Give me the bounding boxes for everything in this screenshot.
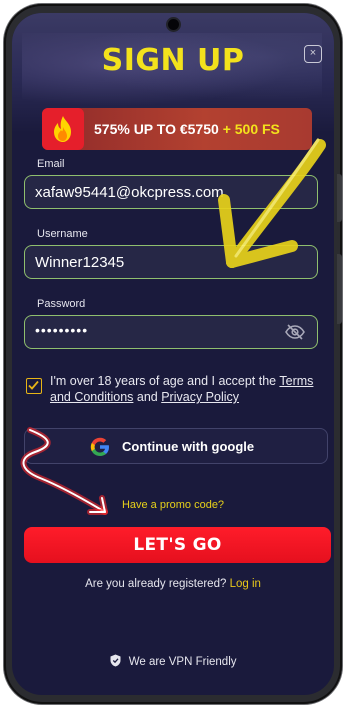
power-button [337,254,342,324]
check-icon [28,380,39,390]
phone-frame: × SIGN UP 575% UP TO €5750 + 500 FS Emai… [4,4,342,704]
username-field[interactable]: Winner12345 [24,245,318,279]
password-label: Password [37,298,86,310]
signup-screen: × SIGN UP 575% UP TO €5750 + 500 FS Emai… [12,13,334,695]
email-value[interactable]: xafaw95441@okcpress.com [35,184,224,201]
login-link[interactable]: Log in [230,578,261,590]
vpn-text: We are VPN Friendly [128,656,237,668]
vpn-notice: We are VPN Friendly [12,654,334,668]
email-field[interactable]: xafaw95441@okcpress.com [24,175,318,209]
password-value[interactable]: ••••••••• [35,322,88,338]
email-label: Email [37,158,65,170]
shield-icon [110,654,120,667]
submit-button[interactable]: LET'S GO [24,527,331,563]
login-prompt: Are you already registered? Log in [12,578,334,590]
password-field[interactable]: ••••••••• [24,315,318,349]
privacy-link[interactable]: Privacy Policy [161,390,239,404]
promo-main: 575% UP TO €5750 [94,121,219,137]
front-camera [168,19,179,30]
page-title: SIGN UP [101,43,245,78]
google-button-label[interactable]: Continue with google [122,439,254,454]
google-icon [89,436,111,463]
fire-icon [42,108,84,150]
promo-text: 575% UP TO €5750 + 500 FS [94,121,280,137]
username-value[interactable]: Winner12345 [35,254,124,271]
volume-button [337,174,342,222]
terms-checkbox[interactable] [26,378,42,394]
terms-and: and [133,390,162,404]
registered-text: Are you already registered? [85,578,230,590]
promo-banner[interactable]: 575% UP TO €5750 + 500 FS [42,108,312,150]
username-label: Username [37,228,88,240]
promo-code-link[interactable]: Have a promo code? [12,499,334,511]
terms-prefix: I'm over 18 years of age and I accept th… [50,374,280,388]
terms-text: I'm over 18 years of age and I accept th… [50,373,330,405]
promo-extra: + 500 FS [222,121,280,137]
google-signin-button[interactable]: Continue with google [24,428,328,464]
eye-slash-icon[interactable] [285,324,305,345]
